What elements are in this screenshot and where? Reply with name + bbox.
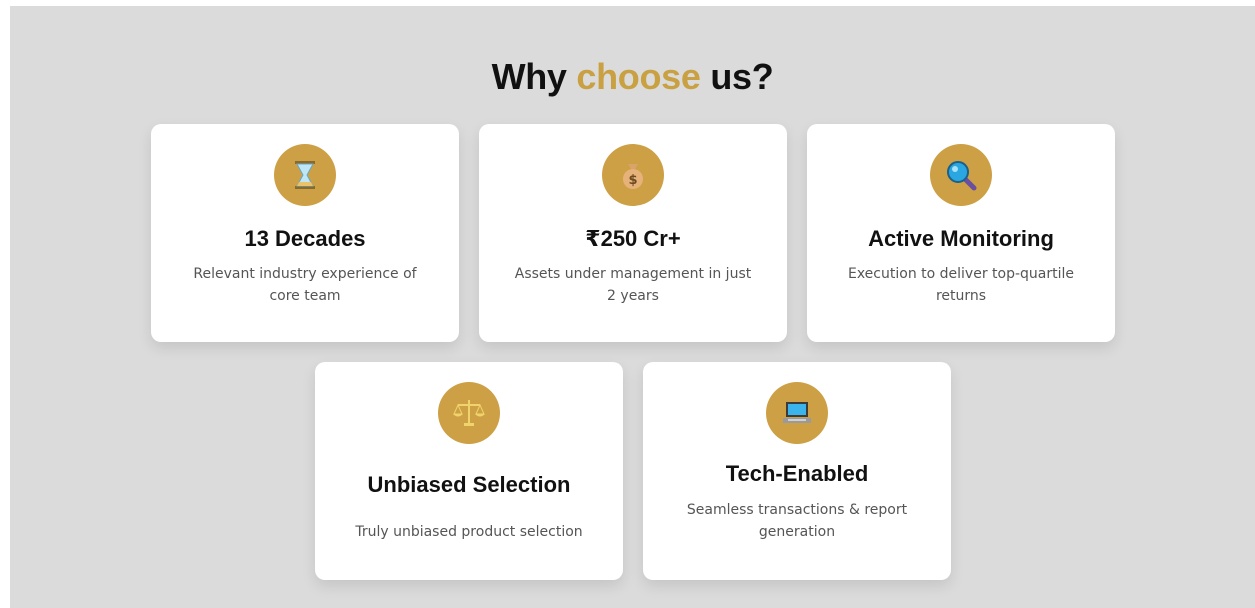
feature-card-monitoring: Active Monitoring Execution to deliver t…	[807, 124, 1115, 342]
card-title: Unbiased Selection	[367, 472, 571, 497]
feature-card-decades: 13 Decades Relevant industry experience …	[151, 124, 459, 342]
card-description: Execution to deliver top-quartile return…	[847, 266, 1074, 304]
feature-card-assets: $ ₹250 Cr+ Assets under management in ju…	[479, 124, 787, 342]
svg-text:$: $	[628, 173, 637, 188]
heading-accent: choose	[576, 56, 701, 97]
feature-card-tech: Tech-Enabled Seamless transactions & rep…	[643, 362, 951, 580]
feature-card-unbiased: Unbiased Selection Truly unbiased produc…	[315, 362, 623, 580]
card-title: ₹250 Cr+	[585, 226, 681, 251]
hourglass-icon	[274, 144, 336, 206]
money-bag-icon: $	[602, 144, 664, 206]
card-description: Assets under management in just 2 years	[514, 266, 752, 304]
section-heading: Why choose us?	[10, 56, 1255, 98]
card-description: Seamless transactions & report generatio…	[686, 502, 908, 540]
why-choose-us-section: Why choose us? 13 Decades Relevant indus…	[10, 6, 1255, 608]
card-title: 13 Decades	[244, 226, 366, 251]
laptop-icon	[766, 382, 828, 444]
card-description: Relevant industry experience of core tea…	[193, 266, 417, 304]
card-title: Tech-Enabled	[725, 461, 869, 486]
balance-scale-icon	[438, 382, 500, 444]
heading-suffix: us?	[710, 56, 774, 97]
card-title: Active Monitoring	[868, 226, 1054, 251]
magnifier-icon	[930, 144, 992, 206]
heading-prefix: Why	[491, 56, 567, 97]
card-description: Truly unbiased product selection	[355, 524, 583, 540]
